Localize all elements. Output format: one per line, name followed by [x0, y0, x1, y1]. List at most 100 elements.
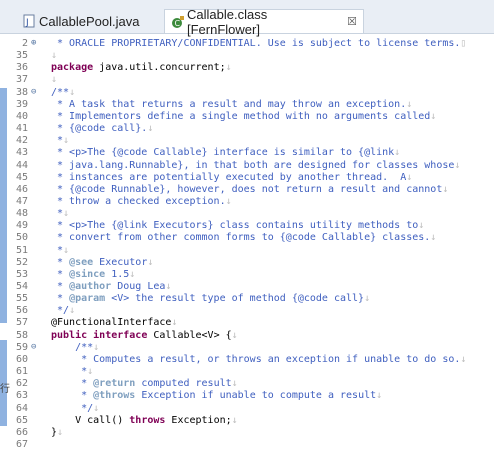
code-line[interactable]: 50 * convert from other common forms to … [0, 232, 494, 244]
code-text: @FunctionalInterface↓ [51, 317, 178, 329]
code-text: * Implementors define a single method wi… [51, 110, 437, 122]
line-number: 57 [15, 317, 28, 329]
code-text: package java.util.concurrent;↓ [51, 62, 232, 74]
line-number: 59 [15, 341, 28, 353]
code-line[interactable]: 63 * @throws Exception if unable to comp… [0, 390, 494, 402]
code-text: ↓ [51, 50, 58, 62]
code-text: * {@code call}.↓ [51, 123, 154, 135]
line-number: 48 [15, 208, 28, 220]
code-line[interactable]: 49 * <p>The {@link Executors} class cont… [0, 220, 494, 232]
line-number: 67 [15, 438, 28, 450]
svg-text:C: C [175, 19, 181, 28]
line-number: 64 [15, 402, 28, 414]
code-line[interactable]: 56 */↓ [0, 305, 494, 317]
code-line[interactable]: 52 * @see Executor↓ [0, 257, 494, 269]
code-line[interactable]: 43 * <p>The {@code Callable} interface i… [0, 147, 494, 159]
code-line[interactable]: 62 * @return computed result↓ [0, 378, 494, 390]
code-line[interactable]: 58 public interface Callable<V> {↓ [0, 330, 494, 342]
code-line[interactable]: 37 ↓ [0, 74, 494, 86]
tab-callable-class[interactable]: C Callable.class [FernFlower] ☒ [164, 7, 364, 37]
code-text: *↓ [51, 135, 70, 147]
code-text: */↓ [51, 402, 100, 414]
tab-label: Callable.class [FernFlower] [187, 6, 268, 37]
code-line[interactable]: 57 @FunctionalInterface↓ [0, 317, 494, 329]
code-text: *↓ [51, 366, 94, 378]
code-line[interactable]: 35 ↓ [0, 50, 494, 62]
code-text: * @author Doug Lea↓ [51, 281, 172, 292]
editor-tab-bar: J CallablePool.java C Callable.class [Fe… [0, 0, 494, 37]
code-line[interactable]: 67 [0, 439, 494, 451]
code-text: */↓ [51, 305, 76, 317]
code-line[interactable]: 53 * @since 1.5↓ [0, 269, 494, 281]
code-line[interactable]: 40 * Implementors define a single method… [0, 111, 494, 123]
class-file-icon: C [171, 15, 184, 29]
svg-text:J: J [25, 18, 29, 28]
code-line[interactable]: 65 V call() throws Exception;↓ [0, 415, 494, 427]
code-text: public interface Callable<V> {↓ [51, 329, 238, 341]
line-number: 36 [15, 62, 28, 74]
code-text: /**↓ [51, 341, 100, 353]
code-text: * throw a checked exception.↓ [51, 195, 232, 207]
line-number: 65 [15, 414, 28, 426]
code-line[interactable]: 51 *↓ [0, 245, 494, 257]
code-line[interactable]: 38 ⊖ /**↓ [0, 87, 494, 99]
code-line[interactable]: 44 * java.lang.Runnable}, in that both a… [0, 160, 494, 172]
line-number: 61 [15, 366, 28, 378]
line-number: 52 [15, 256, 28, 268]
code-line[interactable]: 36 package java.util.concurrent;↓ [0, 62, 494, 74]
code-line[interactable]: 66 }↓ [0, 427, 494, 439]
code-line[interactable]: 41 * {@code call}.↓ [0, 123, 494, 135]
line-number: 2 [21, 38, 28, 49]
code-line[interactable]: 54 * @author Doug Lea↓ [0, 281, 494, 293]
line-number: 62 [15, 378, 28, 390]
code-text: * {@code Runnable}, however, does not re… [51, 183, 449, 195]
line-number: 39 [15, 98, 28, 110]
line-number: 37 [15, 74, 28, 86]
line-number: 66 [15, 426, 28, 438]
expand-fold-icon[interactable]: ⊕ [31, 39, 39, 48]
close-icon[interactable]: ☒ [347, 15, 357, 28]
code-text: *↓ [51, 208, 70, 220]
line-number: 35 [15, 50, 28, 62]
code-line[interactable]: 61 *↓ [0, 366, 494, 378]
code-line[interactable]: 45 * instances are potentially executed … [0, 172, 494, 184]
line-number: 43 [15, 147, 28, 159]
code-line[interactable]: 59 ⊖ /**↓ [0, 342, 494, 354]
line-number: 44 [15, 159, 28, 171]
line-number: 46 [15, 183, 28, 195]
code-line[interactable]: 64 */↓ [0, 403, 494, 415]
code-text: V call() throws Exception;↓ [51, 414, 238, 426]
code-editor[interactable]: 2 ⊕ * ORACLE PROPRIETARY/CONFIDENTIAL. Us… [0, 34, 494, 451]
line-number: 45 [15, 171, 28, 183]
code-text: /**↓ [51, 86, 76, 98]
code-line[interactable]: 55 * @param <V> the result type of metho… [0, 293, 494, 305]
line-number: 47 [15, 195, 28, 207]
code-line[interactable]: 42 *↓ [0, 135, 494, 147]
tab-callablepool-java[interactable]: J CallablePool.java [17, 10, 164, 32]
code-line[interactable]: 48 *↓ [0, 208, 494, 220]
line-number: 50 [15, 232, 28, 244]
line-number: 51 [15, 244, 28, 256]
line-number: 54 [15, 281, 28, 292]
code-text: * ORACLE PROPRIETARY/CONFIDENTIAL. Use i… [51, 38, 467, 49]
code-line[interactable]: 2 ⊕ * ORACLE PROPRIETARY/CONFIDENTIAL. Us… [0, 38, 494, 50]
code-text: * convert from other common forms to {@c… [51, 232, 437, 244]
line-number: 60 [15, 353, 28, 365]
line-number: 55 [15, 293, 28, 305]
code-text: * @since 1.5↓ [51, 268, 136, 280]
collapse-fold-icon[interactable]: ⊖ [31, 342, 39, 351]
code-text: * @throws Exception if unable to compute… [51, 390, 383, 402]
line-number: 53 [15, 268, 28, 280]
code-text: * @return computed result↓ [51, 378, 238, 390]
code-line[interactable]: 47 * throw a checked exception.↓ [0, 196, 494, 208]
line-number: 58 [15, 329, 28, 341]
code-line[interactable]: 46 * {@code Runnable}, however, does not… [0, 184, 494, 196]
collapse-fold-icon[interactable]: ⊖ [31, 87, 39, 96]
line-number: 40 [15, 110, 28, 122]
code-text: * A task that returns a result and may t… [51, 98, 413, 110]
code-text: * @see Executor↓ [51, 256, 154, 268]
code-text: }↓ [51, 426, 64, 438]
code-line[interactable]: 39 * A task that returns a result and ma… [0, 99, 494, 111]
code-line[interactable]: 60 * Computes a result, or throws an exc… [0, 354, 494, 366]
line-number: 38 [15, 86, 28, 98]
